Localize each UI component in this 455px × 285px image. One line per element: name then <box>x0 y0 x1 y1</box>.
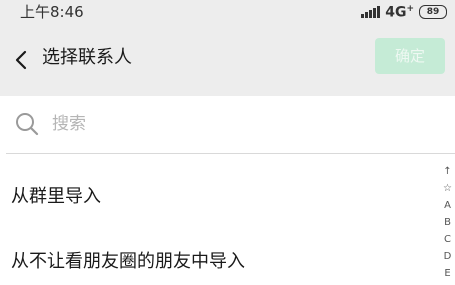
divider <box>6 153 455 154</box>
index-letter-d[interactable]: D <box>444 248 452 265</box>
index-top-arrow[interactable]: ↑ <box>443 163 451 180</box>
status-time: 上午8:46 <box>20 3 84 21</box>
battery-icon: 89 <box>419 5 447 19</box>
alphabet-index[interactable]: ↑ ☆ A B C D E <box>440 163 455 282</box>
index-letter-e[interactable]: E <box>444 265 450 282</box>
search-icon <box>14 111 40 137</box>
network-type-text: 4G <box>385 4 407 21</box>
list-item-label: 从不让看朋友圈的朋友中导入 <box>11 251 245 272</box>
battery-level: 89 <box>426 7 440 17</box>
index-star[interactable]: ☆ <box>443 180 452 197</box>
status-indicators: 4G+ 89 <box>361 3 447 21</box>
confirm-button[interactable]: 确定 <box>375 38 445 74</box>
select-contacts-screen: 上午8:46 4G+ 89 选择联系人 确定 搜索 从群里导入 从不让看朋友圈的… <box>0 0 455 285</box>
signal-strength-icon <box>361 6 381 18</box>
search-input[interactable] <box>52 108 412 140</box>
import-from-group-item[interactable]: 从群里导入 <box>0 180 430 214</box>
back-arrow-icon[interactable] <box>10 46 34 74</box>
search-bar <box>0 96 455 154</box>
list-item-label: 从群里导入 <box>11 186 101 207</box>
header-bar: 选择联系人 确定 <box>0 24 455 96</box>
import-from-hidden-moments-item[interactable]: 从不让看朋友圈的朋友中导入 <box>0 248 430 282</box>
page-title: 选择联系人 <box>42 47 132 68</box>
network-activity-icon: + <box>406 3 414 14</box>
network-type: 4G+ <box>385 4 414 21</box>
index-letter-a[interactable]: A <box>444 197 451 214</box>
index-letter-c[interactable]: C <box>444 231 451 248</box>
index-letter-b[interactable]: B <box>444 214 451 231</box>
status-bar: 上午8:46 4G+ 89 <box>0 0 455 24</box>
